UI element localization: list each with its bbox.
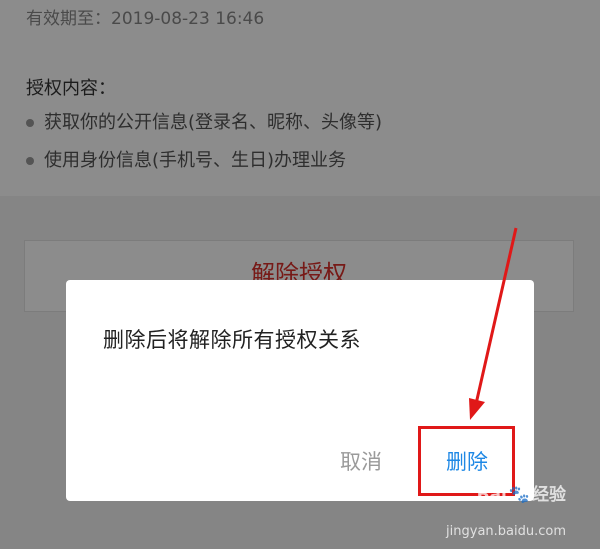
watermark-brand-suffix: 经验 — [532, 485, 566, 505]
watermark-brand: Bai — [476, 485, 507, 505]
watermark-logo: Bai 🐾 经验 — [477, 480, 566, 505]
paw-icon: 🐾 — [508, 485, 530, 505]
dialog-message: 删除后将解除所有授权关系 — [103, 328, 361, 352]
watermark-url: jingyan.baidu.com — [446, 524, 566, 539]
cancel-button[interactable]: 取消 — [340, 446, 382, 476]
